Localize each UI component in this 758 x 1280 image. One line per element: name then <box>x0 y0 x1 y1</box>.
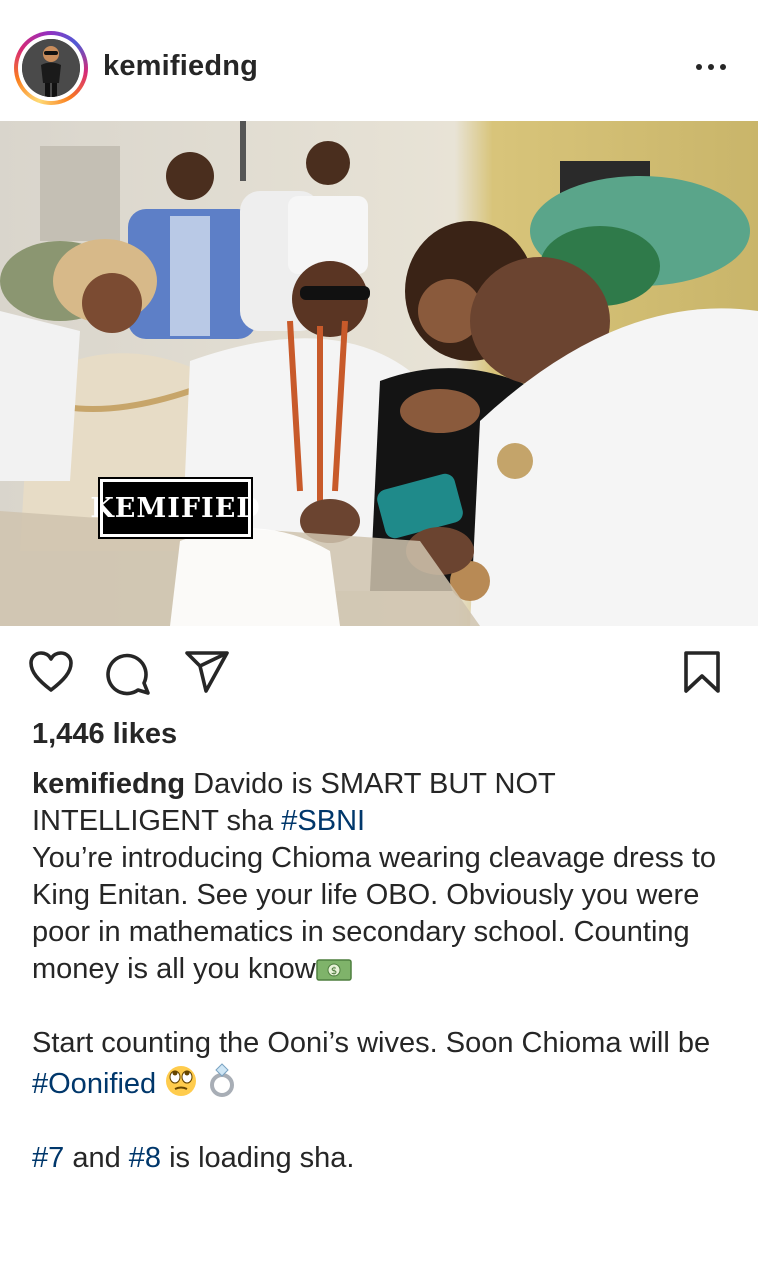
caption-para2: You’re introducing Chioma wearing cleava… <box>32 842 717 985</box>
like-button[interactable] <box>28 650 74 699</box>
caption-and: and <box>64 1142 129 1174</box>
hashtag-oonified[interactable]: #Oonified <box>32 1068 156 1100</box>
save-button[interactable] <box>683 650 721 699</box>
post-caption: kemifiedng Davido is SMART BUT NOT INTEL… <box>32 766 742 1177</box>
caption-username[interactable]: kemifiedng <box>32 768 185 800</box>
eyeroll-emoji <box>166 1066 197 1096</box>
share-button[interactable] <box>184 650 230 699</box>
hashtag-7[interactable]: #7 <box>32 1142 64 1174</box>
caption-para3: Start counting the Ooni’s wives. Soon Ch… <box>32 1027 711 1059</box>
action-bar <box>0 640 758 704</box>
wedding-photo <box>0 121 758 626</box>
bookmark-icon <box>684 651 720 693</box>
heart-icon <box>29 651 73 692</box>
post-username[interactable]: kemifiedng <box>103 50 258 83</box>
post-header: kemifiedng <box>0 0 758 121</box>
post-image[interactable]: KEMIFIED <box>0 121 758 626</box>
caption-end: is loading sha. <box>161 1142 355 1174</box>
money-emoji: $ <box>315 959 352 981</box>
share-icon <box>185 651 229 693</box>
svg-text:$: $ <box>331 966 337 977</box>
hashtag-sbni[interactable]: #SBNI <box>281 805 365 837</box>
avatar-figure-icon <box>22 39 80 97</box>
more-options-button[interactable] <box>696 57 736 77</box>
avatar[interactable] <box>22 39 80 97</box>
more-horizontal-icon <box>696 64 702 70</box>
watermark-badge: KEMIFIED <box>90 477 260 539</box>
likes-count[interactable]: 1,446 likes <box>32 718 177 751</box>
hashtag-8[interactable]: #8 <box>129 1142 161 1174</box>
comment-icon <box>106 653 150 696</box>
story-ring[interactable] <box>14 31 88 105</box>
comment-button[interactable] <box>106 650 152 701</box>
ring-emoji <box>210 1063 235 1097</box>
